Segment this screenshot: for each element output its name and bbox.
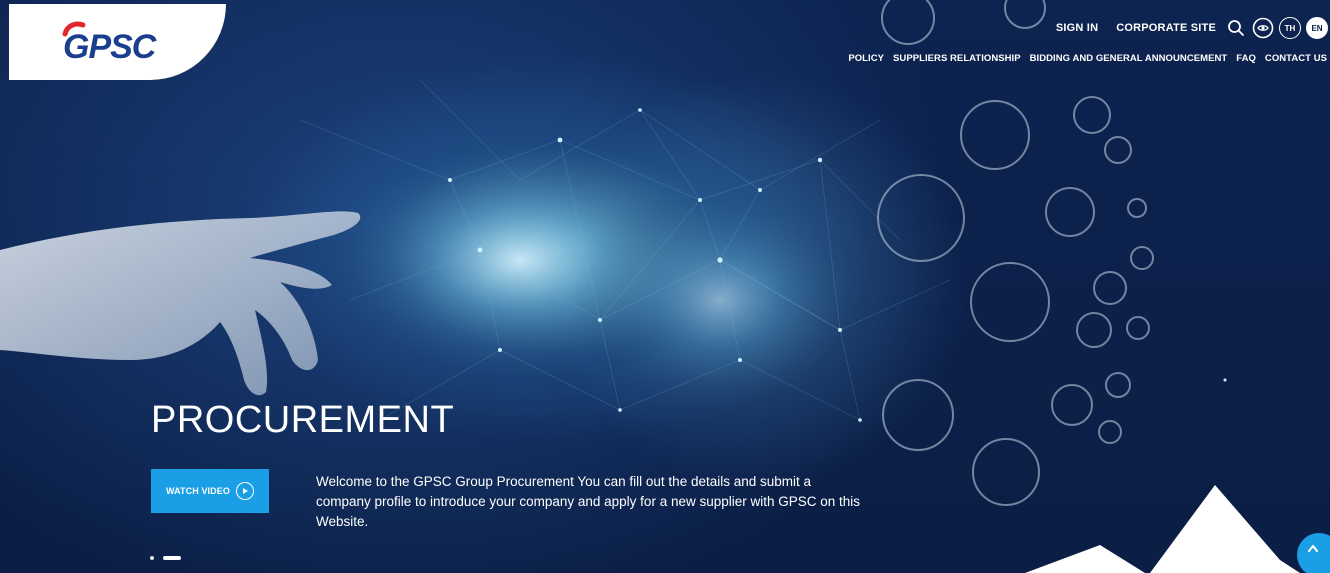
main-nav: POLICY SUPPLIERS RELATIONSHIP BIDDING AN… <box>848 53 1327 64</box>
utility-nav: SIGN IN CORPORATE SITE TH EN <box>1056 17 1330 39</box>
slide-dot-1[interactable] <box>150 556 154 560</box>
sign-in-link[interactable]: SIGN IN <box>1056 22 1098 34</box>
nav-faq[interactable]: FAQ <box>1236 53 1256 64</box>
watch-video-label: WATCH VIDEO <box>166 486 230 496</box>
slider-pagination <box>150 556 181 560</box>
scroll-top-button[interactable] <box>1297 533 1330 573</box>
lang-th-button[interactable]: TH <box>1279 17 1301 39</box>
nav-bidding-announcement[interactable]: BIDDING AND GENERAL ANNOUNCEMENT <box>1030 53 1228 64</box>
hero-title: PROCUREMENT <box>151 399 455 441</box>
nav-suppliers-relationship[interactable]: SUPPLIERS RELATIONSHIP <box>893 53 1021 64</box>
svg-text:GPSC: GPSC <box>63 28 157 64</box>
watch-video-button[interactable]: WATCH VIDEO <box>151 469 269 513</box>
nav-policy[interactable]: POLICY <box>848 53 884 64</box>
search-icon[interactable] <box>1225 17 1247 39</box>
nav-contact-us[interactable]: CONTACT US <box>1265 53 1327 64</box>
gpsc-logo-icon: GPSC <box>62 21 158 64</box>
arrow-up-icon <box>1307 544 1319 553</box>
lang-en-button[interactable]: EN <box>1306 17 1328 39</box>
corporate-site-link[interactable]: CORPORATE SITE <box>1116 22 1216 34</box>
accessibility-icon[interactable] <box>1252 17 1274 39</box>
slide-dot-2-active[interactable] <box>163 556 181 560</box>
play-icon <box>235 482 254 500</box>
hero-description: Welcome to the GPSC Group Procurement Yo… <box>316 474 861 529</box>
